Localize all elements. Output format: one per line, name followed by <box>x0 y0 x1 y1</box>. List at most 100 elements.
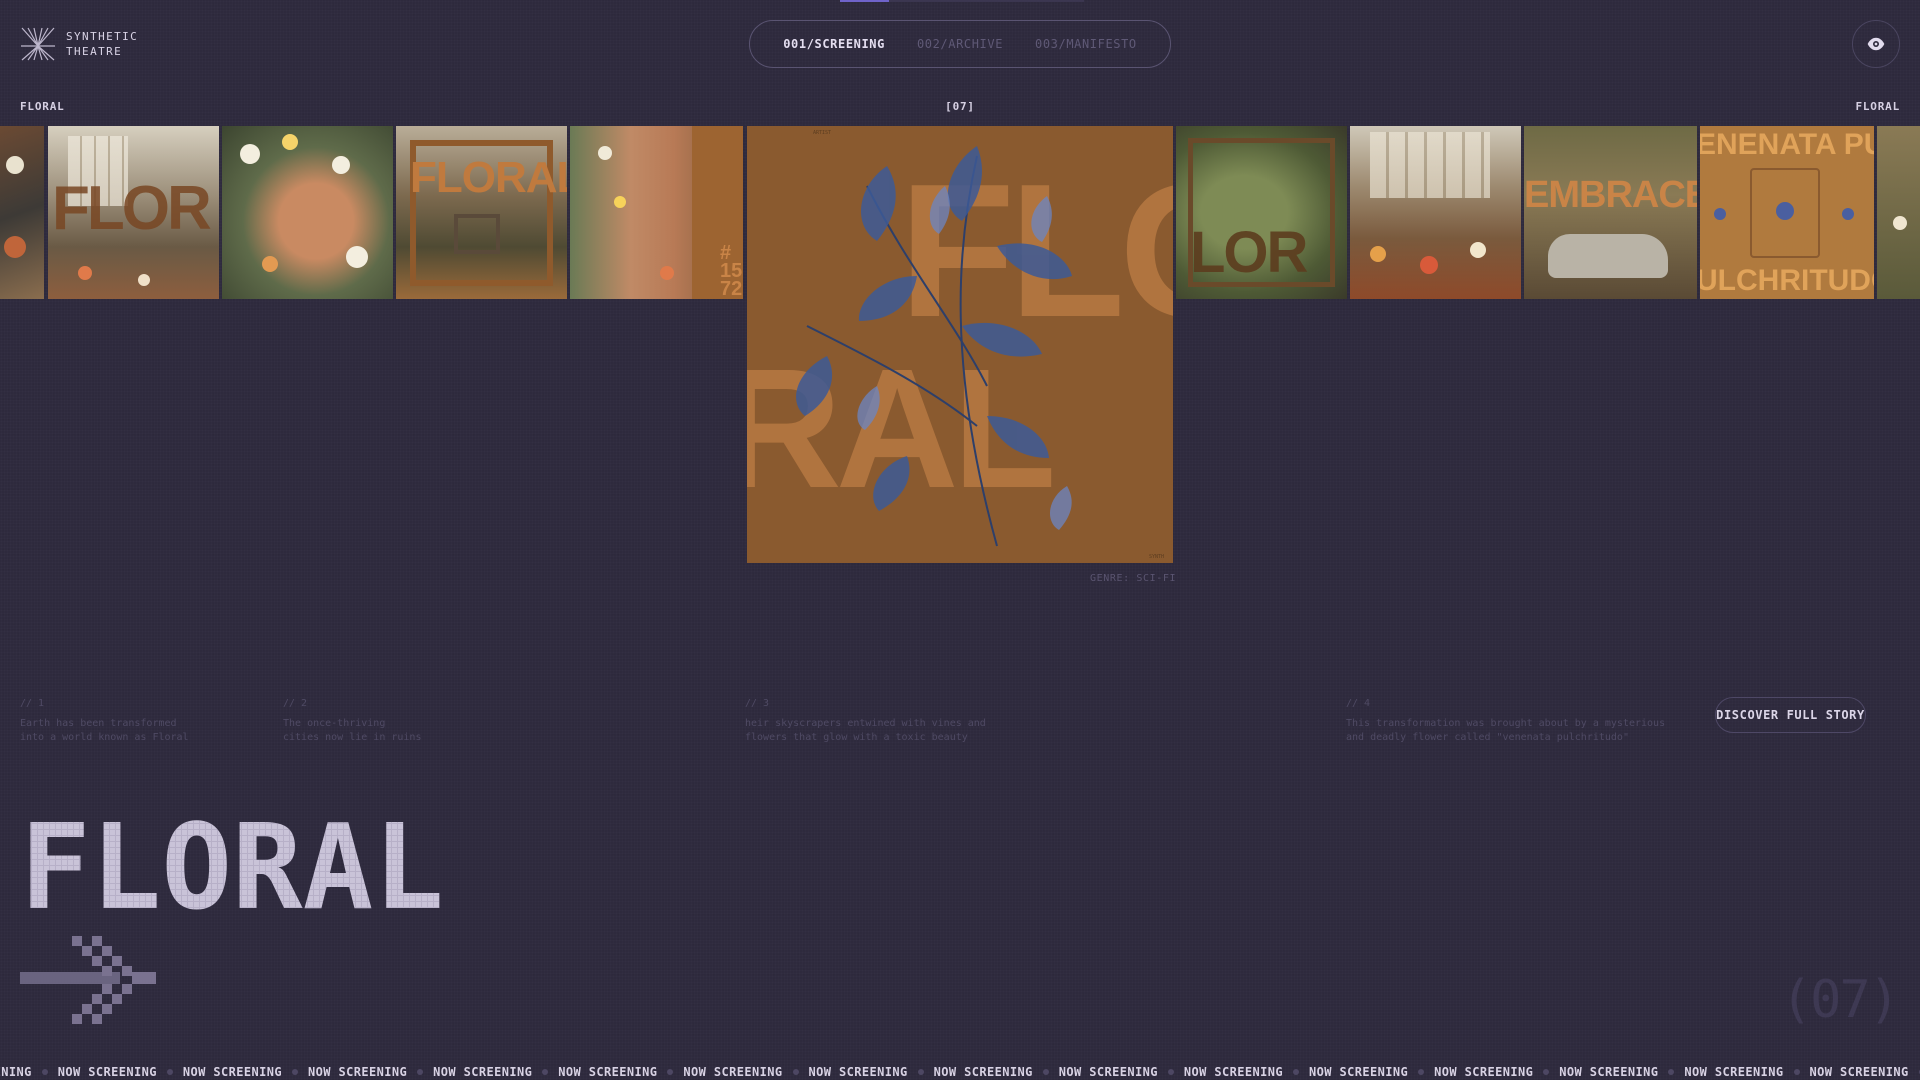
brand-logo[interactable]: SYNTHETIC THEATRE <box>20 26 138 62</box>
story-text: Earth has been transformed into a world … <box>20 718 189 743</box>
marquee-dot <box>542 1068 549 1075</box>
marquee-dot <box>917 1068 924 1075</box>
marquee-text: NOW SCREENING <box>308 1064 408 1079</box>
poster-thumb[interactable]: EMBRACE <box>1524 126 1697 299</box>
story-number: // 1 <box>20 698 45 709</box>
flower-image <box>78 266 92 280</box>
marquee-dot <box>1293 1068 1299 1075</box>
poster-thumb[interactable]: ENENATA PUL ULCHRITUDO <box>1700 126 1874 299</box>
marquee-text: NOW SCREENING <box>1559 1064 1659 1079</box>
marquee-item: NOW SCREENING <box>809 1065 934 1079</box>
marquee-dot <box>41 1068 48 1075</box>
flower-image <box>1420 256 1438 274</box>
marquee-item: NOW SCREENING <box>1184 1065 1309 1079</box>
brand-line-1: SYNTHETIC <box>66 30 139 43</box>
poster-corner-mark: ARTIST <box>813 130 832 136</box>
marquee-text: NOW SCREENING <box>57 1064 157 1079</box>
marquee-text: NOW SCREENING <box>558 1064 658 1079</box>
nav-item-archive[interactable]: 002/ARCHIVE <box>917 37 1003 51</box>
marquee-dot <box>1167 1068 1174 1075</box>
screening-progress-bar <box>840 0 1084 2</box>
flower-image <box>346 246 368 268</box>
marquee-dot <box>1042 1068 1049 1075</box>
poster-thumb[interactable] <box>1350 126 1521 299</box>
story-block-2: // 2 The once-thriving cities now lie in… <box>283 697 421 745</box>
big-title-text: FLORAL <box>20 818 444 918</box>
marquee-dot <box>792 1068 799 1075</box>
poster-thumb[interactable]: FLOR <box>48 126 219 299</box>
story-number: // 3 <box>745 698 770 709</box>
flower-image <box>332 156 350 174</box>
featured-poster[interactable]: FLO RAL ARTIST SYNTH <box>747 126 1173 563</box>
marquee-text: NOW SCREENING <box>1809 1064 1909 1079</box>
marquee-item: NOW SCREENING <box>1810 1065 1920 1079</box>
nav-item-screening[interactable]: 001/SCREENING <box>783 37 885 51</box>
starburst-logo-icon <box>21 27 55 61</box>
marquee-item: NOW SCREENING <box>183 1065 308 1079</box>
marquee-text: NOW SCREENING <box>1309 1064 1409 1079</box>
flower-image <box>1893 216 1907 230</box>
marquee-text: NOW SCREENING <box>1434 1064 1534 1079</box>
story-number: // 4 <box>1346 698 1371 709</box>
marquee-text: NOW SCREENING <box>1684 1064 1784 1079</box>
poster-thumb-title: FLORAL <box>410 153 567 202</box>
poster-thumb[interactable] <box>1877 126 1920 299</box>
marquee-text: NOW SCREENING <box>1183 1064 1283 1079</box>
brand-name: SYNTHETIC THEATRE <box>66 29 138 59</box>
marquee-item: NOW SCREENING <box>934 1065 1059 1079</box>
flower-image <box>1370 246 1386 262</box>
genre-label: GENRE: SCI-FI <box>1090 573 1177 584</box>
poster-thumb[interactable] <box>0 126 44 299</box>
marquee-dot <box>1793 1068 1800 1075</box>
discover-full-story-button[interactable]: DISCOVER FULL STORY <box>1715 697 1866 733</box>
poster-thumb-title: EMBRACE <box>1524 174 1697 216</box>
marquee-item: NOW SCREENING <box>1059 1065 1184 1079</box>
slide-counter: (07) <box>1780 970 1900 1030</box>
flower-image <box>614 196 626 208</box>
screening-progress-fill <box>840 0 889 2</box>
eye-icon <box>1867 37 1885 51</box>
marquee-text: NOW SCREENING <box>1058 1064 1158 1079</box>
marquee-item: NOW SCREENING <box>1559 1065 1684 1079</box>
poster-thumb-title: LOR <box>1190 220 1308 285</box>
flower-image <box>4 236 26 258</box>
marquee-item: NOW SCREENING <box>1434 1065 1559 1079</box>
window-image <box>1370 132 1490 198</box>
marquee-dot <box>292 1068 298 1075</box>
blue-flower-image <box>1842 208 1854 220</box>
marquee-item: NOW SCREENING <box>433 1065 558 1079</box>
poster-thumb[interactable]: LOR <box>1176 126 1347 299</box>
poster-thumb-number: # 15 72 <box>720 242 743 299</box>
flower-image <box>1470 242 1486 258</box>
main-nav: 001/SCREENING 002/ARCHIVE 003/MANIFESTO <box>749 20 1171 68</box>
flower-image <box>598 146 612 160</box>
marquee-text: NOW SCREENING <box>933 1064 1033 1079</box>
nav-item-manifesto[interactable]: 003/MANIFESTO <box>1035 37 1137 51</box>
marquee-text: NOW SCREENING <box>808 1064 908 1079</box>
story-block-1: // 1 Earth has been transformed into a w… <box>20 697 189 745</box>
marquee-text: NOW SCREENING <box>182 1064 282 1079</box>
big-title: FLORAL <box>20 818 450 918</box>
title-label-right: FLORAL <box>1855 100 1900 113</box>
marquee-dot <box>417 1068 424 1075</box>
poster-thumb[interactable] <box>222 126 393 299</box>
story-text: This transformation was brought about by… <box>1346 718 1666 743</box>
poster-thumb-title-bottom: ULCHRITUDO <box>1700 264 1874 297</box>
story-text: heir skyscrapers entwined with vines and… <box>745 718 986 743</box>
flower-image <box>282 134 298 150</box>
story-block-4: // 4 This transformation was brought abo… <box>1346 697 1665 745</box>
title-label-left: FLORAL <box>20 100 65 113</box>
view-toggle-button[interactable] <box>1852 20 1900 68</box>
now-screening-marquee: EENING NOW SCREENING NOW SCREENING NOW SCR… <box>0 1063 1920 1080</box>
poster-thumb[interactable]: FLORAL <box>396 126 567 299</box>
marquee-dot <box>166 1068 173 1075</box>
marquee-dot <box>1668 1068 1675 1075</box>
blue-leaves-illustration <box>796 146 1072 547</box>
car-image <box>1548 234 1668 278</box>
story-block-3: // 3 heir skyscrapers entwined with vine… <box>745 697 986 745</box>
marquee-item: NOW SCREENING <box>683 1065 808 1079</box>
poster-thumb[interactable]: # 15 72 <box>570 126 743 299</box>
marquee-item: NOW SCREENING <box>58 1065 183 1079</box>
flower-image <box>240 144 260 164</box>
poster-corner-mark: SYNTH <box>1149 554 1165 560</box>
